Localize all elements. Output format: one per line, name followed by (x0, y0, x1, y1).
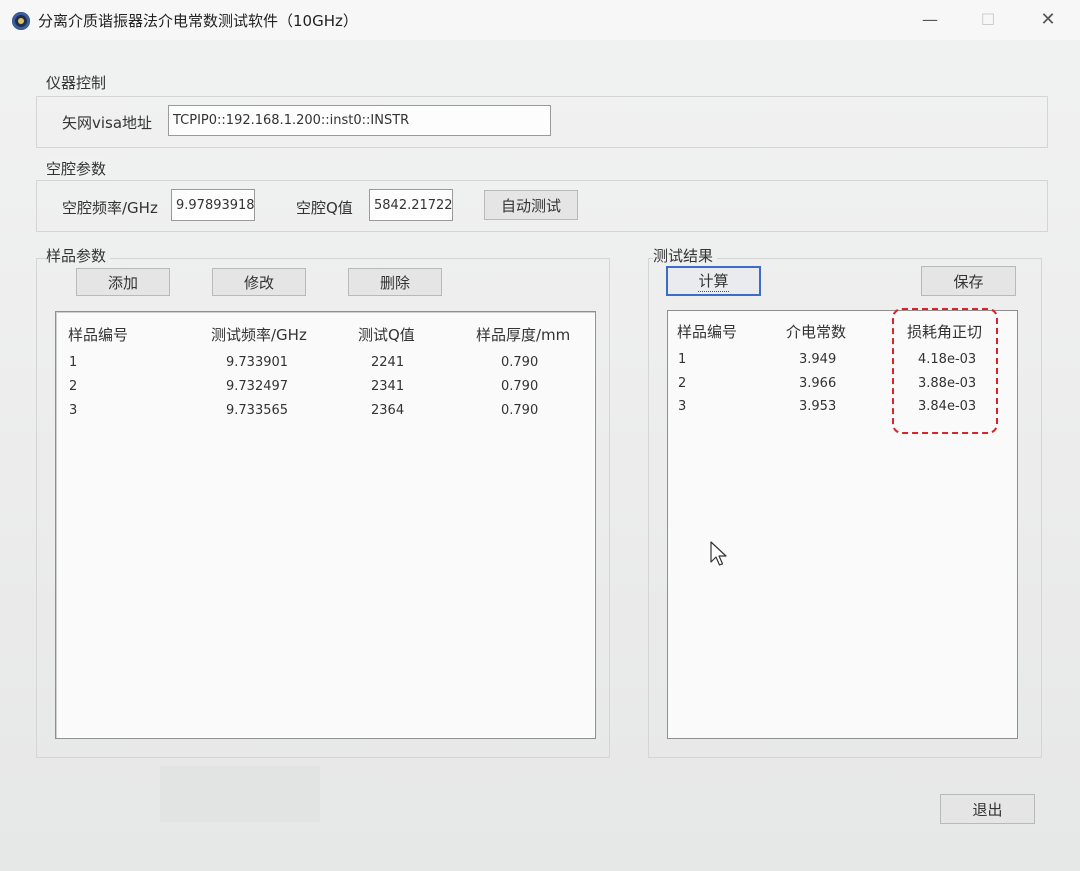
visa-address-input[interactable]: TCPIP0::192.168.1.200::inst0::INSTR (168, 105, 551, 136)
sample-row-2-thickness: 0.790 (501, 379, 539, 394)
results-row-2-permittivity: 3.966 (799, 376, 837, 391)
sample-col-thickness-header[interactable]: 样品厚度/mm (476, 324, 570, 345)
sample-row-2-frequency: 9.732497 (226, 379, 289, 394)
sample-row-2-q: 2341 (371, 379, 405, 394)
delete-sample-button[interactable]: 删除 (348, 268, 442, 296)
cavity-q-label: 空腔Q值 (296, 199, 353, 217)
cavity-frequency-label: 空腔频率/GHz (62, 199, 158, 217)
maximize-button[interactable]: ☐ (968, 6, 1008, 32)
title-bar: 分离介质谐振器法介电常数测试软件（10GHz） — ☐ ✕ (0, 0, 1080, 40)
sample-list[interactable]: 样品编号 测试频率/GHz 测试Q值 样品厚度/mm 1 9.733901 22… (55, 311, 596, 739)
app-icon (12, 12, 30, 30)
results-row-1-id[interactable]: 1 (678, 352, 686, 367)
window-title: 分离介质谐振器法介电常数测试软件（10GHz） (38, 12, 358, 30)
sample-col-id-header[interactable]: 样品编号 (68, 324, 128, 345)
loss-tangent-highlight (892, 308, 998, 434)
results-col-id-header[interactable]: 样品编号 (677, 321, 737, 342)
results-row-3-id[interactable]: 3 (678, 399, 686, 414)
sample-col-frequency-header[interactable]: 测试频率/GHz (211, 324, 307, 345)
sample-row-1-frequency: 9.733901 (226, 355, 289, 370)
cavity-q-input[interactable]: 5842.21722 (369, 189, 453, 221)
sample-row-1-id[interactable]: 1 (69, 355, 77, 370)
results-row-3-permittivity: 3.953 (799, 399, 837, 414)
sample-row-3-thickness: 0.790 (501, 403, 539, 418)
close-button[interactable]: ✕ (1028, 6, 1068, 32)
save-button[interactable]: 保存 (921, 266, 1016, 296)
visa-address-label: 矢网visa地址 (62, 114, 153, 132)
calculate-button-label: 计算 (698, 272, 729, 292)
sample-row-1-thickness: 0.790 (501, 355, 539, 370)
exit-button[interactable]: 退出 (940, 794, 1035, 824)
cavity-frequency-input[interactable]: 9.97893918 (171, 189, 255, 221)
main-window: 分离介质谐振器法介电常数测试软件（10GHz） — ☐ ✕ 仪器控制 矢网vis… (0, 0, 1080, 871)
mouse-cursor-icon (710, 541, 727, 566)
sample-col-q-header[interactable]: 测试Q值 (358, 324, 415, 345)
add-sample-button[interactable]: 添加 (76, 268, 170, 296)
sample-row-2-id[interactable]: 2 (69, 379, 77, 394)
instrument-group-label: 仪器控制 (46, 72, 111, 93)
calculate-button[interactable]: 计算 (666, 266, 761, 296)
minimize-button[interactable]: — (910, 6, 950, 32)
cavity-group-label: 空腔参数 (46, 158, 111, 179)
status-area (160, 766, 320, 822)
results-row-1-permittivity: 3.949 (799, 352, 837, 367)
results-row-2-id[interactable]: 2 (678, 376, 686, 391)
sample-row-3-id[interactable]: 3 (69, 403, 77, 418)
edit-sample-button[interactable]: 修改 (212, 268, 306, 296)
auto-test-button[interactable]: 自动测试 (484, 190, 578, 220)
sample-row-1-q: 2241 (371, 355, 405, 370)
sample-row-3-frequency: 9.733565 (226, 403, 289, 418)
sample-group-label: 样品参数 (46, 245, 111, 266)
sample-row-3-q: 2364 (371, 403, 405, 418)
results-group-label: 测试结果 (653, 245, 718, 266)
results-col-permittivity-header[interactable]: 介电常数 (786, 321, 846, 342)
